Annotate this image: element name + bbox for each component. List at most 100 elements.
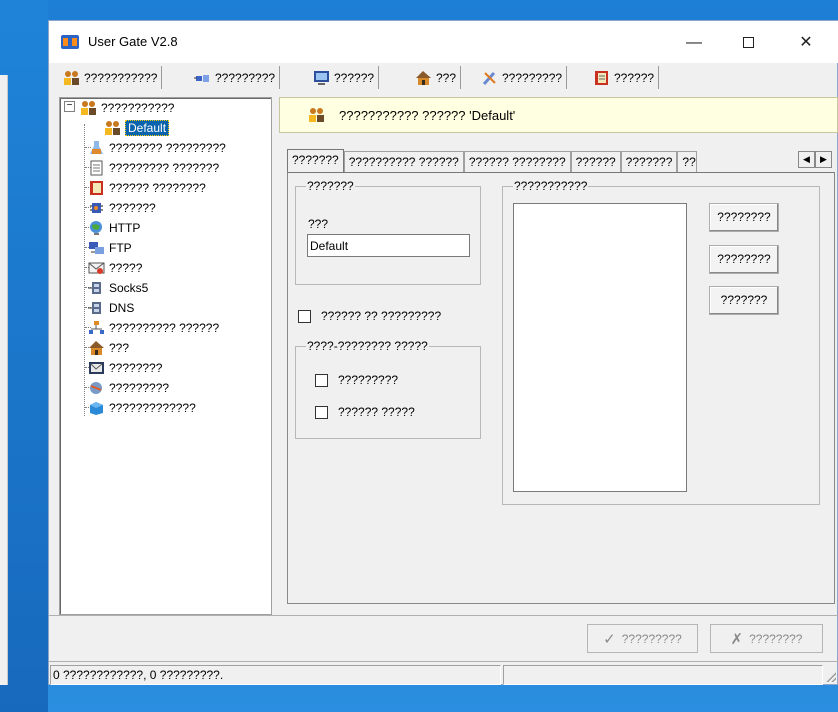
tree-item-label: ??????????? bbox=[101, 101, 175, 115]
network-icon bbox=[88, 240, 105, 256]
option1-checkbox[interactable]: ????????? bbox=[315, 373, 398, 387]
edit-member-button[interactable]: ???????? bbox=[709, 245, 779, 274]
disable-checkbox-label: ?????? ?? ????????? bbox=[321, 309, 442, 323]
resize-grip[interactable] bbox=[826, 672, 836, 682]
flask-icon bbox=[88, 140, 105, 156]
tab-scroll-arrows: ◀ ▶ bbox=[798, 151, 832, 168]
sitemap-icon bbox=[88, 320, 105, 336]
navigation-tree[interactable]: − ??????????? Default ???????? ?????????… bbox=[59, 97, 272, 615]
tree-item-label: ???????? bbox=[109, 361, 163, 375]
group-header: ??????????? ?????? 'Default' bbox=[279, 97, 838, 133]
tree-item-users[interactable]: ??????????? bbox=[80, 98, 174, 118]
tab-2[interactable]: ?????????? ?????? bbox=[343, 151, 464, 172]
main-window: User Gate V2.8 — ✕ ??????????? ?????????… bbox=[48, 20, 838, 685]
tree-item-envelope[interactable]: ???????? bbox=[88, 358, 162, 378]
tab-scroll-left-button[interactable]: ◀ bbox=[798, 151, 815, 168]
tree-item-accounts[interactable]: ???????? ????????? bbox=[88, 138, 226, 158]
tree-item-chip[interactable]: ??????? bbox=[88, 198, 156, 218]
tree-item-document[interactable]: ????????? ??????? bbox=[88, 158, 219, 178]
tab-5[interactable]: ??????? bbox=[620, 151, 678, 172]
name-label: ??? bbox=[308, 217, 329, 231]
plug-icon bbox=[194, 70, 211, 86]
tree-item-mail[interactable]: ????? bbox=[88, 258, 142, 278]
status-text: 0 ????????????, 0 ?????????. bbox=[50, 665, 501, 685]
toolbar-users-button[interactable]: ??????????? bbox=[59, 66, 163, 89]
tree-collapse-toggle[interactable]: − bbox=[64, 101, 75, 112]
options-group: ????-???????? ????? bbox=[295, 339, 481, 439]
option2-checkbox[interactable]: ?????? ????? bbox=[315, 405, 415, 419]
tab-general[interactable]: ??????? bbox=[287, 149, 344, 172]
tree-item-label: ????? bbox=[109, 261, 143, 275]
tree-item-dns[interactable]: DNS bbox=[88, 298, 134, 318]
disable-checkbox[interactable]: ?????? ?? ????????? bbox=[298, 309, 441, 323]
users-icon bbox=[80, 100, 97, 116]
toolbar-monitor-button[interactable]: ?????? bbox=[309, 66, 380, 89]
general-group: ??????? bbox=[295, 179, 481, 285]
title-bar[interactable]: User Gate V2.8 — ✕ bbox=[49, 21, 838, 63]
toolbar-monitor-label: ?????? bbox=[334, 70, 375, 85]
tree-item-sitemap[interactable]: ?????????? ?????? bbox=[88, 318, 219, 338]
tree-item-label: Default bbox=[125, 120, 170, 136]
toolbar-users-label: ??????????? bbox=[84, 70, 158, 85]
details-panel: ??????????? ?????? 'Default' ??????? ???… bbox=[279, 97, 838, 613]
toolbar-connections-label: ????????? bbox=[215, 70, 276, 85]
tree-item-label: ??????? bbox=[109, 201, 156, 215]
chip-icon bbox=[88, 200, 105, 216]
tree-item-label: ????????????? bbox=[109, 401, 196, 415]
house-icon bbox=[415, 70, 432, 86]
house-icon bbox=[88, 340, 105, 356]
maximize-button[interactable] bbox=[725, 29, 771, 57]
tab-4[interactable]: ?????? bbox=[570, 151, 621, 172]
toolbar-house-button[interactable]: ??? bbox=[411, 66, 462, 89]
tree-item-label: Socks5 bbox=[109, 281, 149, 295]
tree-item-house[interactable]: ??? bbox=[88, 338, 129, 358]
toolbar-about-button[interactable]: ?????? bbox=[589, 66, 660, 89]
tree-item-label: ???????? ????????? bbox=[109, 141, 226, 155]
users-icon bbox=[308, 107, 325, 123]
toolbar-settings-label: ????????? bbox=[502, 70, 563, 85]
tab-content: ??????? ??? Default ?????? ?? ????????? … bbox=[287, 172, 835, 604]
apply-button[interactable]: ✓ ????????? bbox=[587, 624, 698, 653]
tree-item-label: ??? bbox=[109, 341, 130, 355]
tree-item-http[interactable]: HTTP bbox=[88, 218, 140, 238]
globe-icon bbox=[88, 380, 105, 396]
monitor-icon bbox=[313, 70, 330, 86]
socket-icon bbox=[88, 300, 105, 316]
status-cell-empty bbox=[503, 665, 823, 685]
checkbox-box[interactable] bbox=[315, 405, 328, 419]
tree-item-globe[interactable]: ????????? bbox=[88, 378, 169, 398]
envelope-icon bbox=[88, 360, 105, 376]
minimize-button[interactable]: — bbox=[671, 29, 717, 57]
window-title: User Gate V2.8 bbox=[88, 34, 178, 49]
toolbar-settings-button[interactable]: ????????? bbox=[477, 66, 568, 89]
toolbar-about-label: ?????? bbox=[614, 70, 655, 85]
action-bar: ✓ ????????? ✗ ???????? bbox=[49, 615, 838, 657]
general-group-title: ??????? bbox=[307, 179, 354, 193]
maximize-icon bbox=[742, 37, 754, 49]
tab-3[interactable]: ?????? ???????? bbox=[463, 151, 571, 172]
check-icon: ✓ bbox=[603, 630, 616, 648]
members-group-title: ??????????? bbox=[514, 179, 588, 193]
remove-member-button[interactable]: ??????? bbox=[709, 286, 779, 315]
document-icon bbox=[88, 160, 105, 176]
status-bar: 0 ????????????, 0 ?????????. bbox=[49, 661, 838, 685]
tree-item-book[interactable]: ?????? ???????? bbox=[88, 178, 206, 198]
name-field[interactable]: Default bbox=[307, 234, 470, 257]
checkbox-box[interactable] bbox=[298, 309, 311, 323]
checkbox-box[interactable] bbox=[315, 373, 328, 387]
toolbar: ??????????? ????????? ?????? ??? ???????… bbox=[49, 63, 838, 93]
toolbar-connections-button[interactable]: ????????? bbox=[190, 66, 281, 89]
tree-item-socks5[interactable]: Socks5 bbox=[88, 278, 148, 298]
close-button[interactable]: ✕ bbox=[783, 29, 829, 57]
tree-item-ftp[interactable]: FTP bbox=[88, 238, 132, 258]
tools-icon bbox=[481, 70, 498, 86]
tab-scroll-right-button[interactable]: ▶ bbox=[815, 151, 832, 168]
tab-6[interactable]: ?? bbox=[677, 151, 698, 172]
add-member-button[interactable]: ???????? bbox=[709, 203, 779, 232]
members-list[interactable] bbox=[513, 203, 687, 492]
box-icon bbox=[88, 400, 105, 416]
tree-item-box[interactable]: ????????????? bbox=[88, 398, 196, 418]
cancel-button[interactable]: ✗ ???????? bbox=[710, 624, 823, 653]
tree-item-default[interactable]: Default bbox=[104, 118, 170, 138]
group-header-title: ??????????? ?????? 'Default' bbox=[339, 107, 516, 123]
